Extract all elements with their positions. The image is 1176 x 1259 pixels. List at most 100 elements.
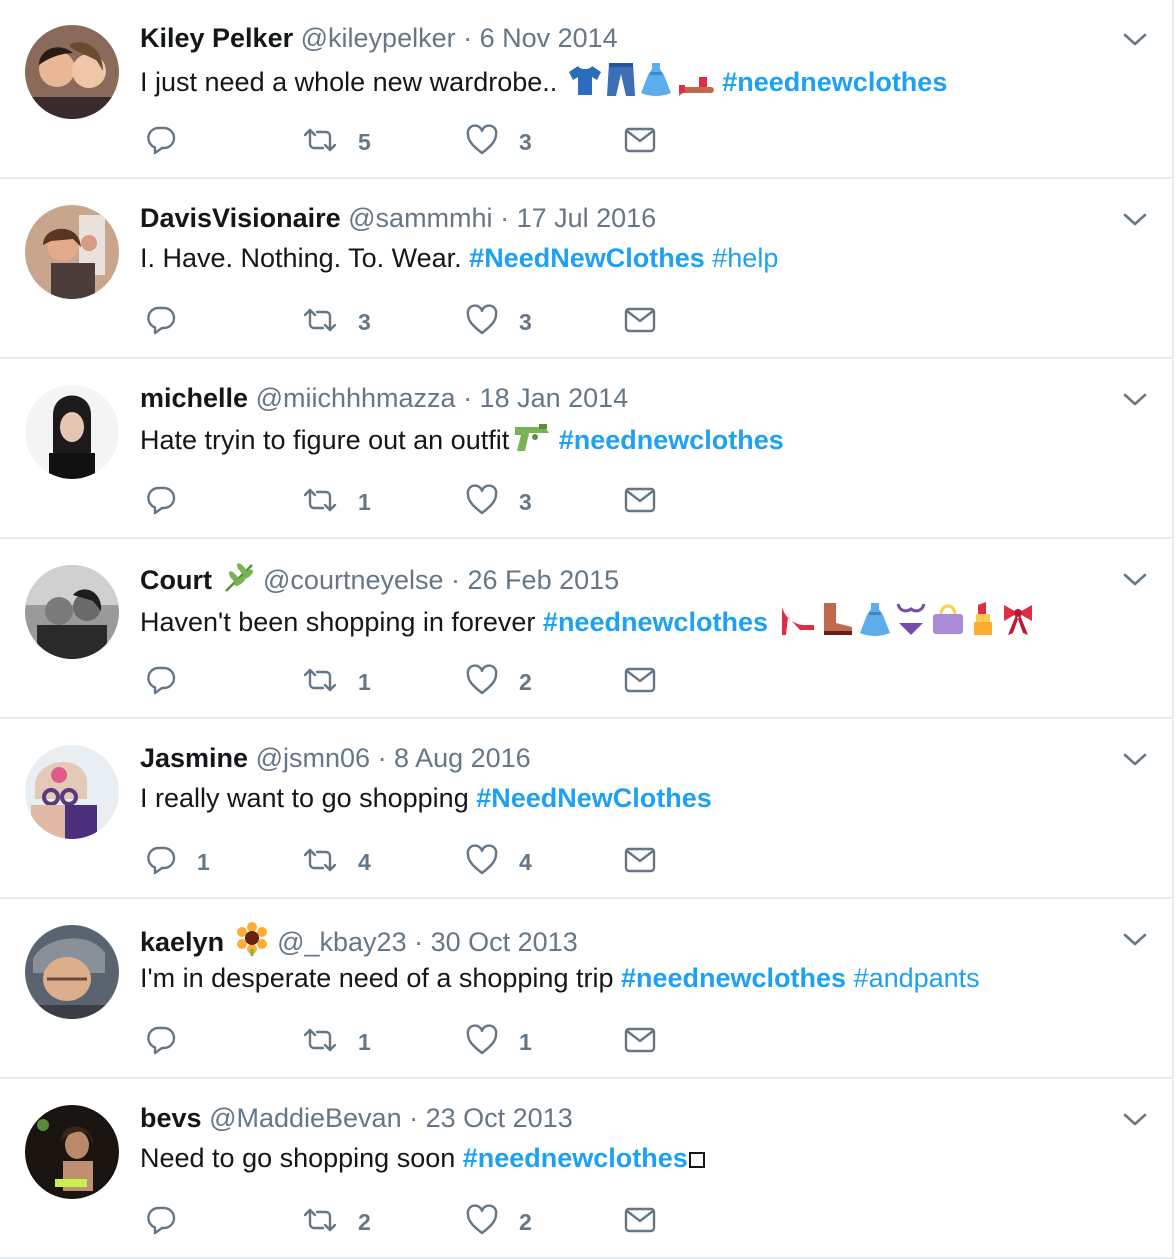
hashtag-link[interactable]: #neednewclothes — [559, 425, 784, 455]
chevron-down-icon[interactable] — [1120, 28, 1150, 50]
handle[interactable]: @MaddieBevan — [209, 1103, 402, 1133]
retweet-button[interactable]: 2 — [302, 1202, 371, 1242]
retweet-count: 4 — [358, 848, 371, 875]
timestamp[interactable]: · 17 Jul 2016 — [500, 203, 656, 233]
avatar[interactable] — [25, 1105, 119, 1199]
direct-message-button[interactable] — [624, 122, 656, 162]
timestamp[interactable]: · 8 Aug 2016 — [378, 743, 531, 773]
like-button[interactable]: 2 — [465, 662, 532, 702]
display-name[interactable]: michelle — [140, 383, 248, 413]
handbag-icon — [930, 601, 966, 645]
like-button[interactable]: 2 — [465, 1202, 532, 1242]
like-button[interactable]: 4 — [465, 842, 532, 882]
display-name[interactable]: bevs — [140, 1103, 202, 1133]
reply-button[interactable] — [145, 1202, 197, 1242]
handle[interactable]: @courtneyelse — [263, 565, 444, 595]
reply-button[interactable] — [145, 482, 197, 522]
tweet-body: Haven't been shopping in forever — [140, 607, 543, 637]
heart-icon — [465, 483, 499, 521]
timestamp[interactable]: · 6 Nov 2014 — [463, 23, 618, 53]
reply-icon — [145, 304, 177, 341]
like-button[interactable]: 3 — [465, 122, 532, 162]
hashtag-link[interactable]: #andpants — [854, 963, 980, 993]
envelope-icon — [624, 1027, 656, 1058]
like-button[interactable]: 3 — [465, 302, 532, 342]
chevron-down-icon[interactable] — [1120, 1108, 1150, 1130]
handle[interactable]: @sammmhi — [348, 203, 492, 233]
retweet-button[interactable]: 4 — [302, 842, 371, 882]
tweet[interactable]: michelle @miichhhmazza · 18 Jan 2014 Hate… — [0, 360, 1174, 539]
reply-button[interactable] — [145, 302, 197, 342]
avatar[interactable] — [25, 25, 119, 119]
tweet[interactable]: Court @courtneyelse · 26 Feb 2015 Haven't… — [0, 540, 1174, 719]
tweet-body: I. Have. Nothing. To. Wear. — [140, 243, 470, 273]
tweet-feed: Kiley Pelker @kileypelker · 6 Nov 2014 I … — [0, 0, 1176, 1259]
like-count: 1 — [519, 1028, 532, 1055]
timestamp[interactable]: · 30 Oct 2013 — [414, 927, 578, 957]
handle[interactable]: @jsmn06 — [256, 743, 370, 773]
direct-message-button[interactable] — [624, 302, 656, 342]
hashtag-link[interactable]: #neednewclothes — [722, 67, 947, 97]
tweet-body: I really want to go shopping — [140, 783, 477, 813]
direct-message-button[interactable] — [624, 1022, 656, 1062]
like-button[interactable]: 1 — [465, 1022, 532, 1062]
hashtag-link[interactable]: #neednewclothes — [463, 1143, 688, 1173]
ribbon-icon — [1000, 601, 1036, 645]
retweet-button[interactable]: 5 — [302, 122, 371, 162]
tweet[interactable]: kaelyn @_kbay23 · 30 Oct 2013 I'm in desp… — [0, 900, 1174, 1079]
chevron-down-icon[interactable] — [1120, 388, 1150, 410]
envelope-icon — [624, 1207, 656, 1238]
hashtag-link[interactable]: #NeedNewClothes — [469, 243, 705, 273]
tweet-header: Kiley Pelker @kileypelker · 6 Nov 2014 — [140, 21, 618, 55]
avatar[interactable] — [25, 745, 119, 839]
tweet[interactable]: Jasmine @jsmn06 · 8 Aug 2016 I really wan… — [0, 720, 1174, 899]
reply-button[interactable] — [145, 122, 197, 162]
display-name[interactable]: Jasmine — [140, 743, 248, 773]
retweet-icon — [302, 126, 338, 159]
tweet[interactable]: DavisVisionaire @sammmhi · 17 Jul 2016 I.… — [0, 180, 1174, 359]
retweet-button[interactable]: 1 — [302, 1022, 371, 1062]
direct-message-button[interactable] — [624, 662, 656, 702]
hashtag-link[interactable]: #help — [712, 243, 778, 273]
chevron-down-icon[interactable] — [1120, 748, 1150, 770]
avatar[interactable] — [25, 205, 119, 299]
hashtag-link[interactable]: #neednewclothes — [621, 963, 846, 993]
handle[interactable]: @kileypelker — [301, 23, 456, 53]
avatar[interactable] — [25, 925, 119, 1019]
display-name[interactable]: Kiley Pelker — [140, 23, 293, 53]
direct-message-button[interactable] — [624, 482, 656, 522]
reply-icon — [145, 124, 177, 161]
tweet-text: Haven't been shopping in forever #needne… — [140, 601, 1036, 645]
chevron-down-icon[interactable] — [1120, 928, 1150, 950]
timestamp[interactable]: · 23 Oct 2013 — [409, 1103, 573, 1133]
hashtag-link[interactable]: #NeedNewClothes — [476, 783, 712, 813]
direct-message-button[interactable] — [624, 842, 656, 882]
boot-icon — [818, 601, 856, 645]
retweet-button[interactable]: 1 — [302, 482, 371, 522]
sunflower-icon — [234, 921, 270, 965]
reply-button[interactable] — [145, 1022, 197, 1062]
tweet[interactable]: Kiley Pelker @kileypelker · 6 Nov 2014 I … — [0, 0, 1174, 179]
timestamp[interactable]: · 18 Jan 2014 — [463, 383, 628, 413]
handle[interactable]: @miichhhmazza — [256, 383, 456, 413]
avatar[interactable] — [25, 565, 119, 659]
display-name[interactable]: DavisVisionaire — [140, 203, 341, 233]
display-name[interactable]: Court — [140, 565, 212, 595]
chevron-down-icon[interactable] — [1120, 568, 1150, 590]
timestamp[interactable]: · 26 Feb 2015 — [451, 565, 619, 595]
hashtag-link[interactable]: #neednewclothes — [543, 607, 768, 637]
tweet[interactable]: bevs @MaddieBevan · 23 Oct 2013 Need to g… — [0, 1080, 1174, 1259]
chevron-down-icon[interactable] — [1120, 208, 1150, 230]
retweet-button[interactable]: 3 — [302, 302, 371, 342]
bikini-icon — [894, 601, 928, 645]
like-button[interactable]: 3 — [465, 482, 532, 522]
display-name[interactable]: kaelyn — [140, 927, 224, 957]
tweet-actions: 33 — [140, 302, 700, 342]
direct-message-button[interactable] — [624, 1202, 656, 1242]
retweet-button[interactable]: 1 — [302, 662, 371, 702]
reply-button[interactable]: 1 — [145, 842, 210, 882]
high-heel-icon — [778, 603, 816, 645]
avatar[interactable] — [25, 385, 119, 479]
handle[interactable]: @_kbay23 — [277, 927, 407, 957]
reply-button[interactable] — [145, 662, 197, 702]
